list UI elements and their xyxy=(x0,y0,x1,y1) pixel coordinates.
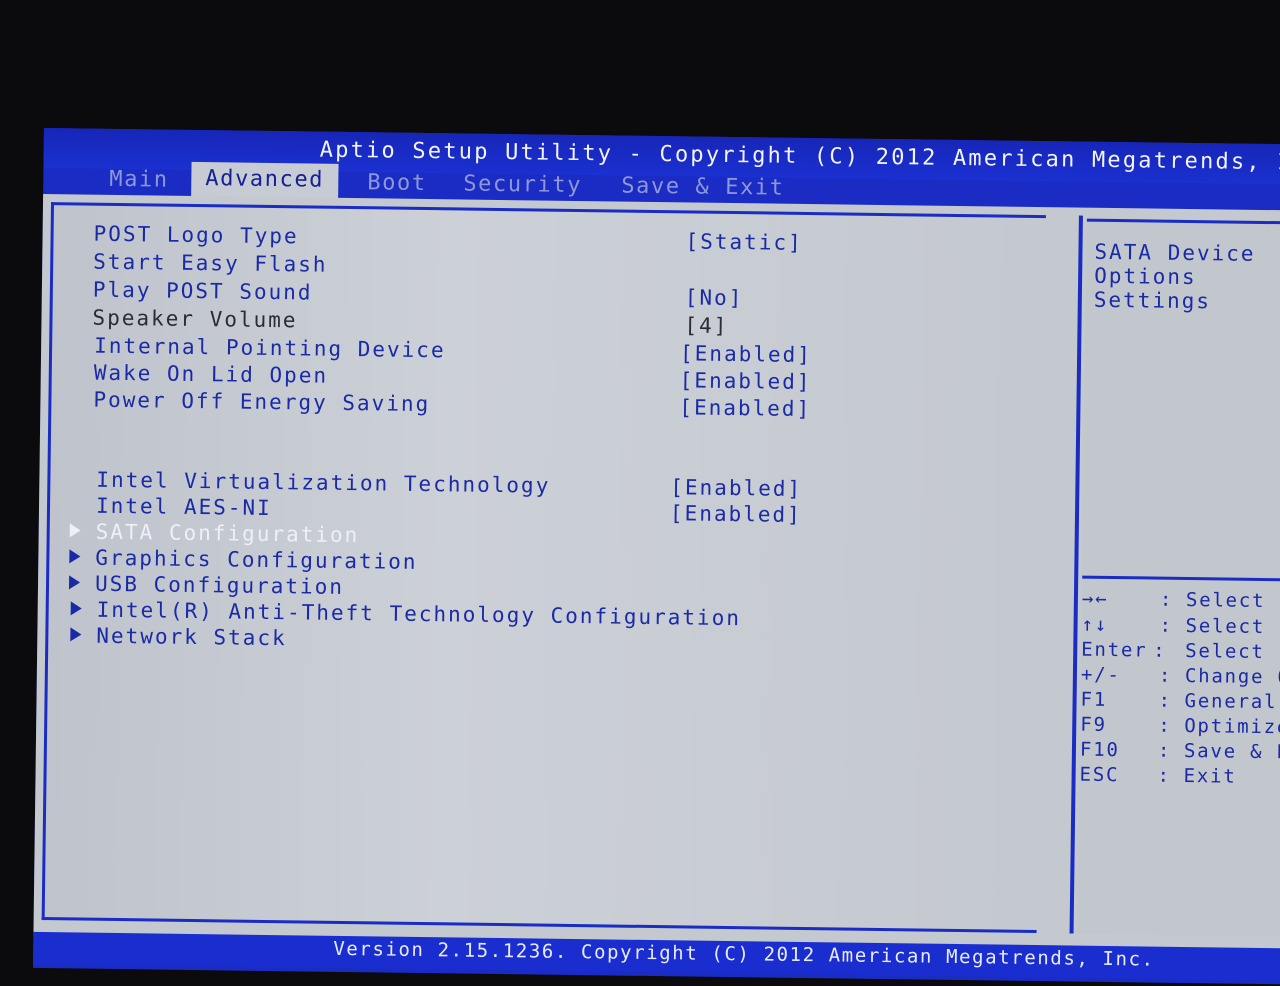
setting-value[interactable]: [Enabled] xyxy=(670,501,802,527)
up-down-arrows-icon: ↑↓ xyxy=(1081,613,1109,636)
key-sep: : xyxy=(1153,639,1167,662)
submenu-label: SATA Configuration xyxy=(95,519,360,548)
setting-value[interactable]: [Enabled] xyxy=(680,368,812,394)
tab-main[interactable]: Main xyxy=(97,165,181,195)
key-sep: : xyxy=(1158,714,1172,737)
key-desc: Select Screen xyxy=(1185,588,1280,613)
main-frame: POST Logo Type [Static] Start Easy Flash… xyxy=(33,193,1280,953)
left-right-arrows-icon: →← xyxy=(1081,587,1109,610)
setting-label: Start Easy Flash xyxy=(93,249,328,277)
help-separator xyxy=(1082,575,1280,582)
setting-label: Intel AES-NI xyxy=(95,493,272,521)
submenu-arrow-icon xyxy=(68,575,81,590)
key-sep: : xyxy=(1158,664,1173,687)
setting-value[interactable]: [Enabled] xyxy=(679,395,811,421)
settings-panel: POST Logo Type [Static] Start Easy Flash… xyxy=(41,202,1046,934)
key-sep: : xyxy=(1159,588,1174,611)
key-name: Enter xyxy=(1081,638,1148,662)
setting-label: Intel Virtualization Technology xyxy=(96,467,551,498)
setting-label: Speaker Volume xyxy=(92,305,298,333)
submenu-label: Graphics Configuration xyxy=(95,545,418,574)
setting-value[interactable]: [Enabled] xyxy=(670,475,802,501)
submenu-arrow-icon xyxy=(70,627,82,642)
key-sep: : xyxy=(1157,764,1172,787)
key-name: F1 xyxy=(1080,688,1108,711)
key-sep: : xyxy=(1158,689,1172,712)
key-desc: Exit xyxy=(1183,764,1237,788)
submenu-arrow-icon xyxy=(69,523,81,538)
tab-boot[interactable]: Boot xyxy=(355,168,439,198)
tab-advanced[interactable]: Advanced xyxy=(191,161,339,199)
tab-save-exit[interactable]: Save & Exit xyxy=(609,171,797,202)
submenu-label: USB Configuration xyxy=(94,571,345,599)
submenu-label: Network Stack xyxy=(96,623,287,651)
setting-label: Internal Pointing Device xyxy=(93,333,446,363)
submenu-arrow-icon xyxy=(70,601,82,616)
help-description: SATA Device Options Settings xyxy=(1093,239,1256,314)
setting-value[interactable]: [No] xyxy=(685,285,744,310)
bios-screen: Aptio Setup Utility - Copyright (C) 2012… xyxy=(33,128,1280,985)
setting-value[interactable]: [Static] xyxy=(685,229,802,255)
setting-label: Power Off Energy Saving xyxy=(93,387,431,417)
tab-security[interactable]: Security xyxy=(451,169,594,200)
key-desc: Save & Exit xyxy=(1183,739,1280,764)
setting-value[interactable]: [Enabled] xyxy=(680,341,812,367)
submenu-arrow-icon xyxy=(69,549,81,564)
setting-label: Play POST Sound xyxy=(92,277,313,305)
key-desc: Select Item xyxy=(1185,614,1280,639)
key-desc: Select xyxy=(1185,639,1265,664)
key-name: +/- xyxy=(1080,663,1121,687)
setting-value: [4] xyxy=(684,313,729,338)
key-sep: : xyxy=(1157,739,1172,762)
key-desc: General Help xyxy=(1184,689,1280,714)
setting-label: POST Logo Type xyxy=(93,221,299,249)
key-name: ESC xyxy=(1079,763,1120,787)
key-desc: Change Opt. xyxy=(1184,664,1280,689)
key-name: F10 xyxy=(1079,738,1120,762)
key-sep: : xyxy=(1159,614,1173,637)
key-desc: Optimized Defaults xyxy=(1184,714,1280,740)
setting-label: Wake On Lid Open xyxy=(93,360,329,388)
key-name: F9 xyxy=(1080,713,1107,736)
help-panel: SATA Device Options Settings →← : Select… xyxy=(1077,218,1280,937)
